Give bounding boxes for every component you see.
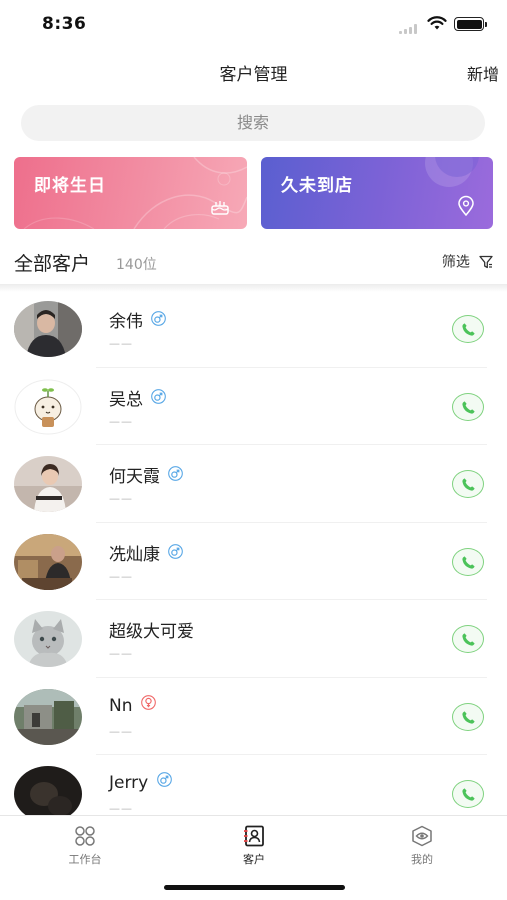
phone-icon xyxy=(462,633,475,646)
customer-row[interactable]: 何天霞 —— xyxy=(0,445,507,523)
customer-avatar xyxy=(14,378,82,435)
phone-icon xyxy=(462,788,475,801)
filter-button[interactable]: 筛选 xyxy=(442,251,493,271)
customer-row[interactable]: Nn —— xyxy=(0,678,507,755)
customer-avatar xyxy=(14,456,82,512)
tab-customers[interactable]: 客户 xyxy=(214,824,294,867)
contact-card-icon xyxy=(244,825,264,847)
male-icon xyxy=(168,466,184,481)
customer-avatar xyxy=(14,766,82,815)
customer-name: 余伟 xyxy=(109,312,143,332)
male-icon xyxy=(151,311,167,326)
customer-subtitle: —— xyxy=(109,414,133,428)
add-customer-button[interactable]: 新增 xyxy=(467,61,499,85)
phone-icon xyxy=(462,323,475,336)
customer-avatar xyxy=(14,301,82,357)
grid-icon xyxy=(75,826,95,846)
tab-label: 我的 xyxy=(411,853,433,866)
customer-name: Jerry xyxy=(109,773,149,793)
status-bar: 8:36 xyxy=(0,0,507,48)
customer-list[interactable]: 余伟 —— 吴总 —— 何天霞 —— 冼灿康 —— 超级大可爱 —— Nn ——… xyxy=(0,290,507,815)
tab-profile[interactable]: 我的 xyxy=(382,824,462,867)
male-icon xyxy=(168,543,184,559)
location-pin-icon xyxy=(458,195,474,217)
customer-row[interactable]: 超级大可爱 —— xyxy=(0,600,507,678)
long-absent-card[interactable]: 久未到店 xyxy=(261,157,493,229)
cake-icon xyxy=(211,201,229,215)
customer-name: Nn xyxy=(109,695,133,716)
search-input[interactable]: 搜索 xyxy=(21,105,485,141)
male-icon xyxy=(156,772,172,787)
funnel-icon xyxy=(479,255,493,268)
customer-name-line: 冼灿康 xyxy=(109,540,184,565)
call-button[interactable] xyxy=(452,315,484,343)
home-indicator[interactable] xyxy=(164,885,345,890)
wifi-icon xyxy=(427,16,447,30)
all-customers-title: 全部客户 xyxy=(14,253,91,275)
upcoming-birthday-card[interactable]: 即将生日 xyxy=(14,157,247,229)
customer-subtitle: —— xyxy=(109,569,133,583)
customer-name-line: 超级大可爱 xyxy=(109,617,194,642)
call-button[interactable] xyxy=(452,547,484,576)
customer-avatar xyxy=(14,688,82,745)
customer-subtitle: —— xyxy=(109,724,133,738)
customer-name-line: 何天霞 xyxy=(109,462,184,487)
customer-subtitle: —— xyxy=(109,802,133,815)
call-button[interactable] xyxy=(452,780,484,808)
long-absent-label: 久未到店 xyxy=(281,176,353,196)
eye-icon xyxy=(412,825,432,847)
customer-name-line: 余伟 xyxy=(109,307,167,332)
female-icon xyxy=(141,694,156,710)
male-icon xyxy=(151,388,167,404)
customer-row[interactable]: 余伟 —— xyxy=(0,290,507,368)
customer-row[interactable]: 冼灿康 —— xyxy=(0,523,507,600)
call-button[interactable] xyxy=(452,392,484,421)
phone-icon xyxy=(462,710,475,724)
customer-subtitle: —— xyxy=(109,337,133,350)
customer-name: 超级大可爱 xyxy=(109,622,194,642)
customer-name-line: 吴总 xyxy=(109,385,167,410)
customer-avatar xyxy=(14,611,82,667)
call-button[interactable] xyxy=(452,470,484,498)
filter-label: 筛选 xyxy=(441,254,470,271)
phone-icon xyxy=(462,400,475,414)
phone-icon xyxy=(462,555,475,569)
customer-subtitle: —— xyxy=(109,647,133,660)
status-time: 8:36 xyxy=(42,14,87,34)
page-title: 客户管理 xyxy=(219,65,288,85)
phone-icon xyxy=(462,478,475,491)
customer-count: 140位 xyxy=(116,257,157,273)
customer-name: 冼灿康 xyxy=(109,544,160,565)
customer-avatar xyxy=(14,533,82,590)
upcoming-birthday-label: 即将生日 xyxy=(34,176,106,196)
battery-icon xyxy=(454,17,487,31)
customer-row[interactable]: 吴总 —— xyxy=(0,368,507,445)
customer-name: 吴总 xyxy=(109,389,143,410)
nav-bar: 客户管理 新增 xyxy=(0,48,507,96)
customer-name-line: Jerry xyxy=(109,772,172,793)
tab-workbench[interactable]: 工作台 xyxy=(45,824,125,867)
tab-label: 工作台 xyxy=(68,853,102,866)
customer-name: 何天霞 xyxy=(109,467,160,487)
call-button[interactable] xyxy=(452,702,484,731)
cellular-signal-icon xyxy=(399,24,421,34)
customer-name-line: Nn xyxy=(109,694,156,716)
tab-label: 客户 xyxy=(243,853,265,866)
call-button[interactable] xyxy=(452,625,484,653)
customer-row[interactable]: Jerry —— xyxy=(0,755,507,815)
customer-subtitle: —— xyxy=(109,492,133,505)
customer-list-header: 全部客户 140位 筛选 xyxy=(0,240,507,284)
